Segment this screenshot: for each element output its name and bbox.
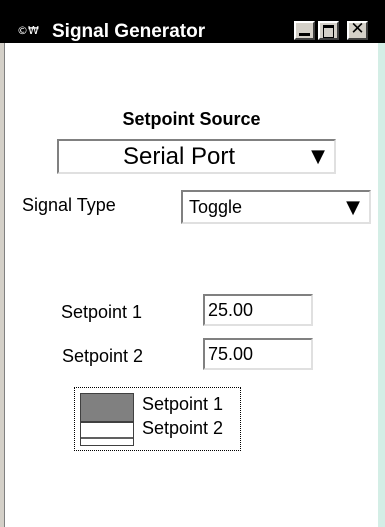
dropdown-arrow-icon[interactable]: ▼ xyxy=(339,194,367,221)
signal-generator-window: ©₩ Signal Generator ✕ Setpoint Source Se… xyxy=(0,0,385,527)
setpoint-legend: Setpoint 1 Setpoint 2 xyxy=(74,387,241,451)
minimize-button[interactable] xyxy=(294,21,315,40)
close-icon: ✕ xyxy=(350,19,365,39)
legend-label-setpoint-2: Setpoint 2 xyxy=(142,418,224,438)
window-title: Signal Generator xyxy=(52,21,206,42)
minimize-icon xyxy=(299,33,310,36)
signal-type-select[interactable]: Toggle ▼ xyxy=(181,190,371,224)
setpoint-2-swatch xyxy=(80,422,134,446)
setpoint-source-select[interactable]: Serial Port ▼ xyxy=(57,139,336,174)
maximize-button[interactable] xyxy=(318,21,339,40)
setpoint-2-field[interactable]: 75.00 xyxy=(203,338,313,370)
dropdown-arrow-icon[interactable]: ▼ xyxy=(304,143,332,170)
setpoint-1-swatch xyxy=(80,393,134,422)
title-bar[interactable]: ©₩ Signal Generator ✕ xyxy=(0,0,385,43)
close-button[interactable]: ✕ xyxy=(347,21,368,40)
setpoint-2-label: Setpoint 2 xyxy=(62,346,144,366)
maximize-icon xyxy=(323,25,334,38)
setpoint-1-field[interactable]: 25.00 xyxy=(203,294,313,326)
legend-label-setpoint-1: Setpoint 1 xyxy=(142,394,224,414)
setpoint-2-swatch-line xyxy=(81,437,133,439)
client-area: Setpoint Source Serial Port ▼ Signal Typ… xyxy=(5,43,378,527)
app-icon: ©₩ xyxy=(17,24,39,37)
setpoint-source-value: Serial Port xyxy=(122,143,236,170)
window-frame-right xyxy=(378,43,385,527)
setpoint-source-label: Setpoint Source xyxy=(122,109,261,129)
setpoint-1-label: Setpoint 1 xyxy=(61,302,143,322)
signal-type-label: Signal Type xyxy=(22,195,116,215)
signal-type-value: Toggle xyxy=(189,197,243,217)
